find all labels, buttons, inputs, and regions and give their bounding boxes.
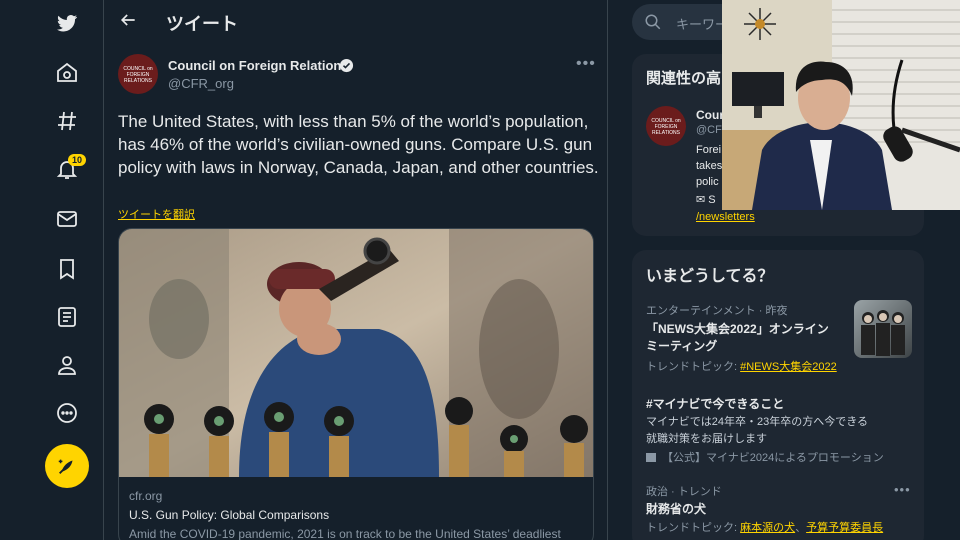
search-icon — [645, 14, 661, 30]
trend-topic-link[interactable]: #NEWS大集会2022 — [740, 361, 837, 373]
card-title: U.S. Gun Policy: Global Comparisons — [129, 508, 330, 522]
webcam-overlay — [722, 0, 960, 210]
trend-thumbnail[interactable] — [854, 300, 912, 358]
messages-envelope-icon[interactable] — [46, 198, 88, 240]
author-name[interactable]: Council on Foreign Relations — [168, 58, 349, 73]
lists-icon[interactable] — [46, 296, 88, 338]
header-bar: ツイート — [104, 0, 608, 44]
page-title: ツイート — [166, 14, 238, 34]
tweet-detail-column: ツイート COUNCIL on FOREIGN RELATIONS Counci… — [104, 0, 608, 540]
notification-badge: 10 — [68, 154, 87, 166]
twitter-logo-icon[interactable] — [46, 2, 88, 44]
trend-name[interactable]: #マイナビで今できること — [646, 395, 784, 412]
related-bio-line: polic — [696, 176, 719, 188]
trend-category: エンターテインメント · 昨夜 — [646, 305, 788, 317]
trends-title: いまどうしてる？ — [646, 268, 774, 285]
trend-topic-link[interactable]: 予算予算委員長 — [806, 522, 883, 534]
trends-panel: いまどうしてる？ エンターテインメント · 昨夜 「NEWS大集会2022」オン… — [632, 250, 924, 540]
related-bio-line: takes — [696, 160, 723, 172]
promoted-icon — [646, 453, 656, 462]
trend-name[interactable]: ミーティング — [646, 337, 717, 354]
bookmark-icon[interactable] — [46, 248, 88, 290]
trend-description: 就職対策をお届けします — [646, 433, 767, 445]
profile-icon[interactable] — [46, 344, 88, 386]
trend-name[interactable]: 財務省の犬 — [646, 500, 706, 517]
back-arrow-icon[interactable] — [118, 10, 142, 34]
tweet-text: The United States, with less than 5% of … — [118, 112, 599, 177]
trend-description: マイナビでは24年卒・23年卒の方へ今できる — [646, 416, 869, 428]
link-card[interactable]: cfr.org U.S. Gun Policy: Global Comparis… — [118, 228, 594, 540]
newsletters-link[interactable]: /newsletters — [696, 211, 755, 223]
trend-topic-link[interactable]: 麻本源の犬 — [740, 522, 795, 534]
left-nav: 10 — [0, 0, 104, 540]
trend-topic: トレンドトピック: #NEWS大集会2022 — [646, 358, 837, 374]
related-handle: @CF — [696, 124, 722, 136]
translate-tweet-link[interactable]: ツイートを翻訳 — [118, 206, 195, 222]
home-icon[interactable] — [46, 52, 88, 94]
card-description: Amid the COVID-19 pandemic, 2021 is on t… — [129, 527, 561, 540]
explore-hashtag-icon[interactable] — [46, 100, 88, 142]
promoted-label: 【公式】マイナビ2024によるプロモーション — [646, 449, 884, 465]
more-dots-icon[interactable]: ••• — [576, 55, 596, 73]
more-options-icon[interactable] — [46, 392, 88, 434]
related-name[interactable]: Cour — [696, 108, 724, 122]
author-avatar[interactable]: COUNCIL on FOREIGN RELATIONS — [118, 54, 158, 94]
trend-topic: トレンドトピック: 麻本源の犬、予算予算委員長 — [646, 519, 883, 535]
related-bio-line: ✉ S — [696, 194, 716, 206]
card-image-gun-show — [119, 229, 593, 477]
compose-tweet-button[interactable] — [45, 444, 89, 488]
related-title: 関連性の高 — [646, 70, 722, 87]
verified-badge-icon — [339, 58, 354, 73]
trend-topic-separator: 、 — [795, 522, 807, 534]
trend-more-dots-icon[interactable]: ••• — [894, 482, 911, 497]
promoted-text: 【公式】マイナビ2024によるプロモーション — [662, 452, 884, 464]
trend-category: 政治 · トレンド — [646, 486, 722, 498]
trend-name[interactable]: 「NEWS大集会2022」オンライン — [646, 320, 829, 337]
feather-plus-icon — [58, 459, 73, 474]
card-domain: cfr.org — [129, 489, 163, 503]
related-bio-line: Forei — [696, 144, 722, 156]
notifications-bell-icon[interactable]: 10 — [46, 148, 88, 190]
related-avatar[interactable]: COUNCIL on FOREIGN RELATIONS — [646, 106, 686, 146]
trend-topic-label: トレンドトピック: — [646, 522, 741, 534]
trend-topic-label: トレンドトピック: — [646, 361, 741, 373]
author-handle[interactable]: @CFR_org — [168, 76, 234, 91]
